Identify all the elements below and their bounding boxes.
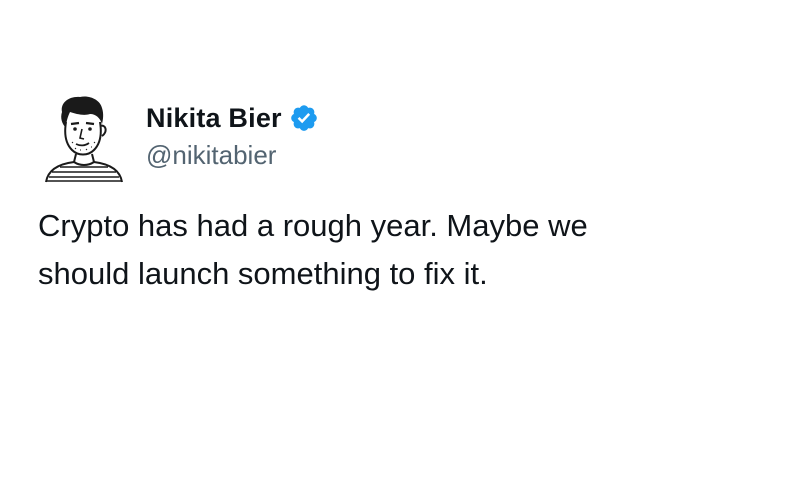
verified-badge-icon xyxy=(289,103,319,133)
tweet-text-line: should launch something to fix it. xyxy=(38,256,488,291)
avatar[interactable] xyxy=(40,92,126,184)
tweet-text-line: Crypto has had a rough year. Maybe we xyxy=(38,208,588,243)
author-info: Nikita Bier @nikitabier xyxy=(146,100,319,171)
tweet-card: Nikita Bier @nikitabier Crypto has had a… xyxy=(0,0,800,491)
name-row: Nikita Bier xyxy=(146,100,319,136)
sketch-portrait-icon xyxy=(45,96,123,183)
tweet-text: Crypto has had a rough year. Maybe we sh… xyxy=(38,202,758,298)
display-name[interactable]: Nikita Bier xyxy=(146,103,282,134)
handle[interactable]: @nikitabier xyxy=(146,140,319,171)
